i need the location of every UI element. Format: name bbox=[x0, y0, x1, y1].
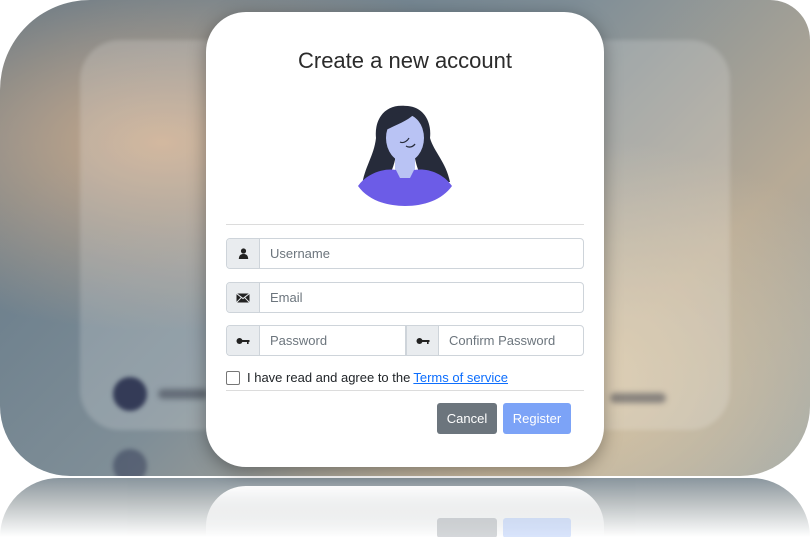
username-group bbox=[226, 238, 584, 269]
background-text bbox=[610, 393, 666, 403]
confirm-password-group bbox=[405, 325, 584, 356]
reflection-button bbox=[503, 518, 571, 537]
user-icon bbox=[227, 239, 260, 268]
terms-checkbox[interactable] bbox=[226, 370, 240, 385]
password-input[interactable] bbox=[260, 326, 405, 355]
email-input[interactable] bbox=[260, 283, 583, 312]
cancel-button[interactable]: Cancel bbox=[437, 403, 497, 434]
key-icon bbox=[227, 326, 260, 355]
create-account-dialog: Create a new account Username Email I ha… bbox=[206, 12, 604, 467]
key-icon bbox=[406, 326, 439, 355]
background-avatar bbox=[113, 449, 147, 476]
divider bbox=[226, 390, 584, 391]
divider bbox=[226, 224, 584, 225]
terms-row: I have read and agree to the Terms of se… bbox=[226, 370, 508, 385]
background-avatar bbox=[113, 377, 147, 411]
reflection bbox=[0, 478, 810, 537]
terms-text: I have read and agree to the bbox=[247, 370, 411, 385]
dialog-title: Create a new account bbox=[297, 48, 513, 73]
confirm-password-input[interactable] bbox=[439, 326, 583, 355]
email-group bbox=[226, 282, 584, 313]
terms-of-service-link[interactable]: Terms of service bbox=[413, 370, 508, 385]
avatar-illustration bbox=[358, 105, 452, 206]
password-group bbox=[226, 325, 405, 356]
reflection-button bbox=[437, 518, 497, 537]
envelope-icon bbox=[227, 283, 260, 312]
username-input[interactable] bbox=[260, 239, 583, 268]
register-button[interactable]: Register bbox=[503, 403, 571, 434]
background-text bbox=[158, 389, 208, 399]
